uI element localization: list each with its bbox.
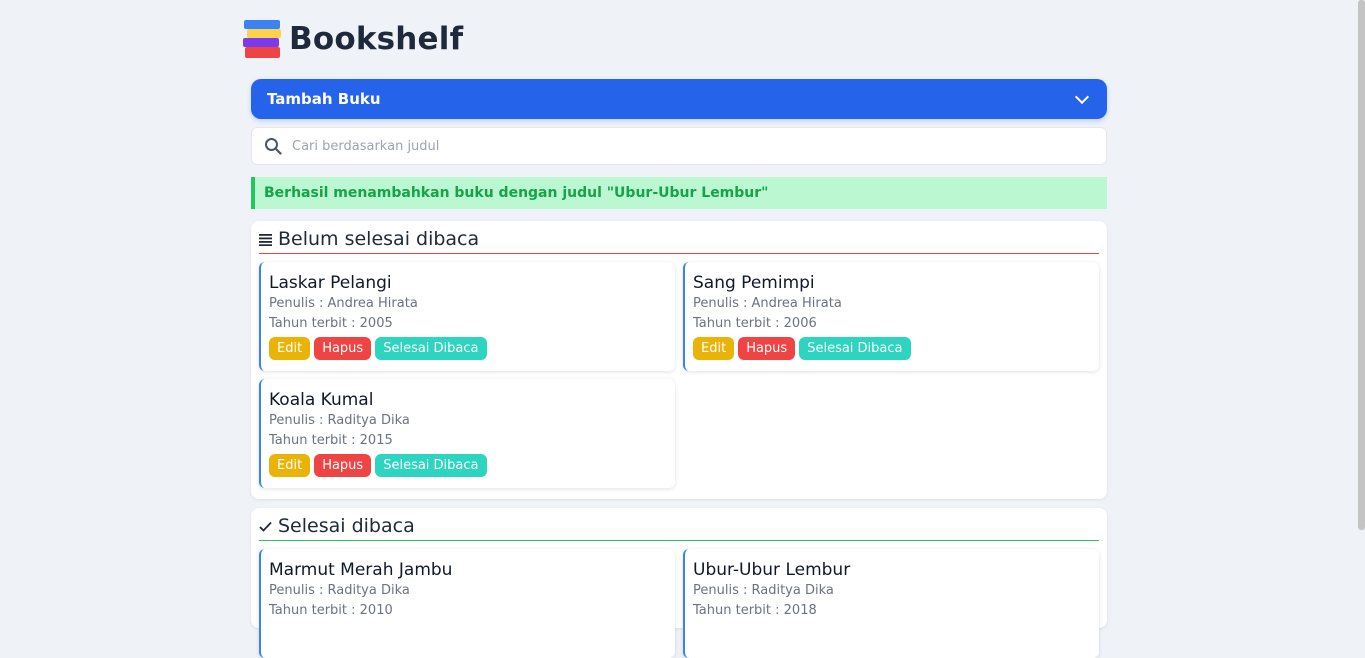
check-icon [259,521,272,532]
book-card: Ubur-Ubur Lembur Penulis : Raditya Dika … [683,549,1099,658]
finish-reading-button[interactable]: Selesai Dibaca [375,454,487,477]
success-alert: Berhasil menambahkan buku dengan judul "… [251,177,1107,209]
book-year: Tahun terbit : 2015 [269,433,393,448]
edit-button[interactable]: Edit [269,337,311,360]
search-bar [251,127,1107,165]
book-title: Koala Kumal [269,390,374,410]
chevron-down-icon [1074,89,1090,105]
unread-heading: Belum selesai dibaca [278,228,480,250]
finish-reading-button[interactable]: Selesai Dibaca [375,337,487,360]
book-actions: Edit Hapus Selesai Dibaca [269,454,667,477]
list-icon [259,233,272,246]
alert-message: Berhasil menambahkan buku dengan judul "… [264,185,769,201]
book-title: Marmut Merah Jambu [269,560,453,580]
book-year: Tahun terbit : 2006 [693,316,817,331]
search-icon [264,137,282,155]
add-book-toggle[interactable]: Tambah Buku [251,79,1107,119]
books-stack-icon [242,19,282,59]
add-book-label: Tambah Buku [267,90,381,108]
book-year: Tahun terbit : 2018 [693,603,817,618]
delete-button[interactable]: Hapus [738,337,796,360]
book-card: Laskar Pelangi Penulis : Andrea Hirata T… [259,262,675,371]
book-author: Penulis : Andrea Hirata [693,296,842,311]
book-author: Penulis : Andrea Hirata [269,296,418,311]
edit-button[interactable]: Edit [269,454,311,477]
delete-button[interactable]: Hapus [314,454,372,477]
page-scrollbar[interactable] [1358,0,1365,530]
finish-reading-button[interactable]: Selesai Dibaca [799,337,911,360]
read-section: Selesai dibaca Marmut Merah Jambu Penuli… [251,508,1107,658]
book-card: Sang Pemimpi Penulis : Andrea Hirata Tah… [683,262,1099,371]
read-heading-row: Selesai dibaca [259,512,1099,541]
book-title: Sang Pemimpi [693,273,815,293]
book-title: Laskar Pelangi [269,273,392,293]
unread-heading-row: Belum selesai dibaca [259,225,1099,254]
book-card: Koala Kumal Penulis : Raditya Dika Tahun… [259,379,675,488]
book-author: Penulis : Raditya Dika [693,583,834,598]
search-input[interactable] [290,137,1094,155]
book-year: Tahun terbit : 2005 [269,316,393,331]
delete-button[interactable]: Hapus [314,337,372,360]
book-actions: Edit Hapus Selesai Dibaca [693,337,1091,360]
book-author: Penulis : Raditya Dika [269,583,410,598]
edit-button[interactable]: Edit [693,337,735,360]
read-heading: Selesai dibaca [278,515,415,537]
book-author: Penulis : Raditya Dika [269,413,410,428]
book-title: Ubur-Ubur Lembur [693,560,851,580]
app-header: Bookshelf [242,18,463,60]
book-actions: Edit Hapus Selesai Dibaca [269,337,667,360]
book-card: Marmut Merah Jambu Penulis : Raditya Dik… [259,549,675,658]
unread-section: Belum selesai dibaca Laskar Pelangi Penu… [251,221,1107,499]
app-title: Bookshelf [289,21,464,57]
book-year: Tahun terbit : 2010 [269,603,393,618]
